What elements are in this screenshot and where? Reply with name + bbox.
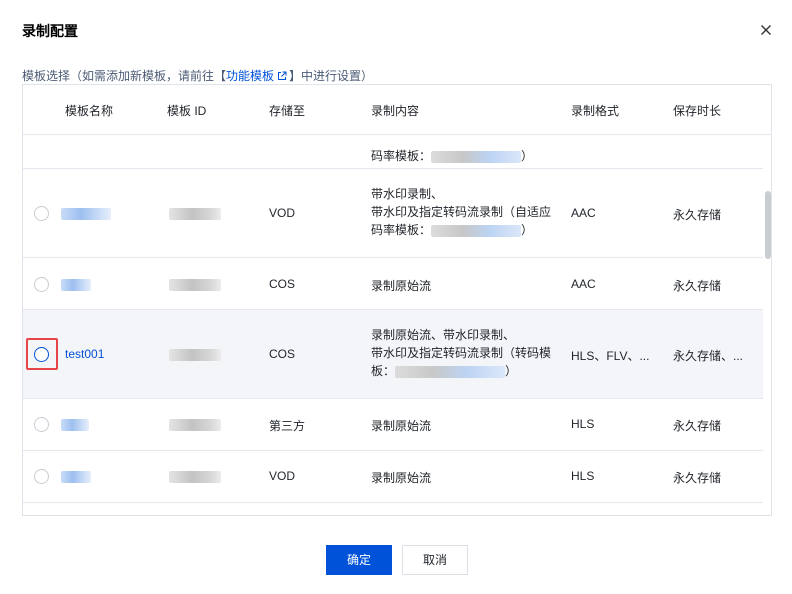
format-cell: HLS — [571, 469, 595, 483]
content-cell: 录制原始流 — [371, 471, 432, 485]
table-body[interactable]: 码率模板： ） VOD 带水印录制、 带水印及指定转码流录制（自适应 码率模板： ）… — [23, 135, 763, 515]
redacted-template — [431, 150, 522, 163]
template-hint: 模板选择（如需添加新模板，请前往【功能模板 】中进行设置） — [22, 67, 373, 84]
id-cell — [169, 347, 221, 361]
redacted-id — [169, 207, 221, 220]
duration-cell: 永久存储 — [673, 208, 722, 222]
table-row[interactable]: test001 COS 录制原始流、带水印录制、 带水印及指定转码流录制（转码模… — [23, 310, 763, 399]
id-cell — [169, 417, 221, 431]
header-format: 录制格式 — [571, 104, 620, 118]
storage-cell: 第三方 — [269, 419, 306, 433]
confirm-button[interactable]: 确定 — [326, 545, 392, 575]
content-cell: 码率模板： ） — [371, 147, 533, 164]
content-cell: 带水印录制、 带水印及指定转码流录制（自适应 码率模板： ） — [371, 185, 559, 239]
redacted-name — [61, 418, 89, 431]
dialog-title: 录制配置 — [22, 23, 78, 39]
content-line: 板： — [371, 364, 396, 378]
id-cell — [169, 277, 221, 291]
hint-suffix: 】中进行设置） — [289, 69, 374, 83]
table-row[interactable]: 第三方 录制原始流 HLS 永久存储 — [23, 399, 763, 451]
duration-cell: 永久存储 — [673, 419, 722, 433]
cancel-button[interactable]: 取消 — [402, 545, 468, 575]
template-radio[interactable] — [34, 347, 49, 362]
table-row[interactable]: 码率模板： ） — [23, 135, 763, 169]
duration-cell: 永久存储、... — [673, 349, 744, 363]
duration-cell: 永久存储 — [673, 471, 722, 485]
redacted-template — [431, 224, 522, 237]
content-cell: 录制原始流 — [371, 419, 432, 433]
external-link-icon[interactable] — [277, 70, 287, 80]
header-content: 录制内容 — [371, 104, 420, 118]
content-line: ） — [521, 149, 534, 163]
header-duration: 保存时长 — [673, 104, 722, 118]
content-cell: 录制原始流、带水印录制、 带水印及指定转码流录制（转码模 板： ） — [371, 326, 559, 380]
table-header: 模板名称 模板 ID 存储至 录制内容 录制格式 保存时长 — [23, 85, 771, 135]
close-icon[interactable] — [757, 21, 775, 39]
content-line: ） — [521, 223, 534, 237]
record-config-dialog: 录制配置 模板选择（如需添加新模板，请前往【功能模板 】中进行设置） 模板名称 模… — [0, 0, 792, 594]
template-radio[interactable] — [34, 277, 49, 292]
redacted-id — [169, 418, 221, 431]
scrollbar-thumb[interactable] — [765, 191, 771, 259]
name-cell[interactable] — [61, 469, 91, 483]
content-line: 带水印及指定转码流录制（自适应 — [371, 205, 552, 219]
content-line: ） — [505, 364, 518, 378]
template-radio[interactable] — [34, 206, 49, 221]
id-cell — [169, 469, 221, 483]
redacted-name — [61, 470, 91, 483]
name-cell[interactable] — [61, 417, 89, 431]
feature-template-link[interactable]: 功能模板 — [226, 69, 274, 83]
name-cell[interactable] — [61, 277, 91, 291]
name-cell[interactable] — [61, 206, 111, 220]
template-radio[interactable] — [34, 469, 49, 484]
header-name: 模板名称 — [65, 104, 114, 118]
content-line: 录制原始流、带水印录制、 — [371, 328, 516, 342]
redacted-name — [61, 278, 91, 291]
redacted-id — [169, 278, 221, 291]
storage-cell: COS — [269, 277, 296, 291]
format-cell: HLS — [571, 417, 595, 431]
template-table: 模板名称 模板 ID 存储至 录制内容 录制格式 保存时长 码率模板： ） VOD — [22, 84, 772, 516]
storage-cell: VOD — [269, 469, 296, 483]
format-cell: AAC — [571, 206, 596, 220]
content-line: 码率模板： — [371, 223, 432, 237]
hint-prefix: 模板选择（如需添加新模板，请前往【 — [22, 69, 227, 83]
table-row[interactable]: VOD 录制原始流 HLS 永久存储 — [23, 451, 763, 503]
storage-cell: COS — [269, 347, 296, 361]
id-cell — [169, 206, 221, 220]
redacted-id — [169, 348, 221, 361]
redacted-id — [169, 470, 221, 483]
table-row[interactable]: COS 录制原始流 AAC 永久存储 — [23, 258, 763, 310]
duration-cell: 永久存储 — [673, 279, 722, 293]
header-id: 模板 ID — [167, 104, 207, 118]
template-radio[interactable] — [34, 417, 49, 432]
format-cell: AAC — [571, 277, 596, 291]
content-line: 带水印及指定转码流录制（转码模 — [371, 346, 552, 360]
table-row[interactable]: VOD 带水印录制、 带水印及指定转码流录制（自适应 码率模板： ） AAC 永久… — [23, 169, 763, 258]
content-cell: 录制原始流 — [371, 279, 432, 293]
content-line: 带水印录制、 — [371, 187, 444, 201]
redacted-name — [61, 207, 111, 220]
template-name-link[interactable]: test001 — [65, 347, 104, 361]
content-line: 码率模板： — [371, 149, 432, 163]
format-cell: HLS、FLV、... — [571, 349, 650, 363]
storage-cell: VOD — [269, 206, 296, 220]
header-storage: 存储至 — [269, 104, 306, 118]
redacted-template — [395, 365, 506, 378]
